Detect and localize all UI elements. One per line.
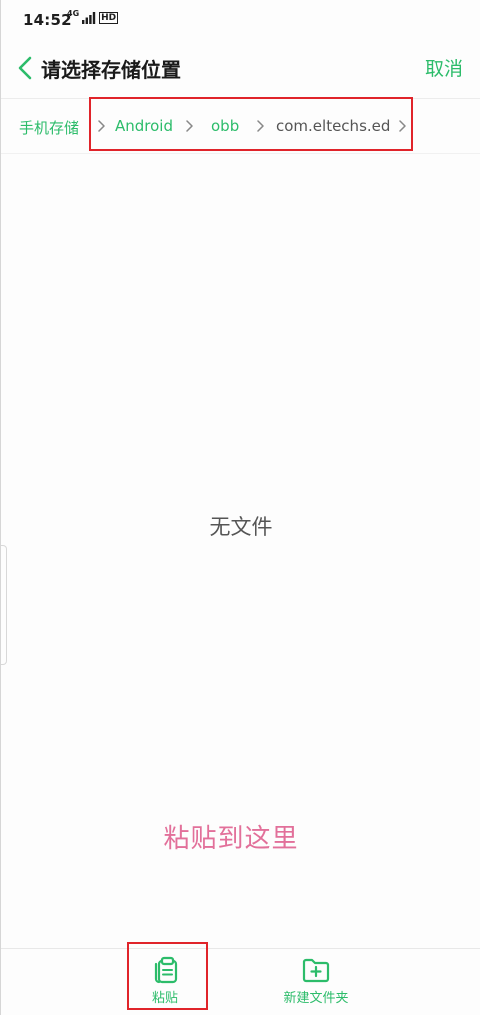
edge-handle[interactable] bbox=[1, 545, 7, 665]
folder-plus-icon bbox=[302, 958, 330, 983]
paste-button-label: 粘贴 bbox=[151, 991, 178, 1006]
breadcrumb-item-android[interactable]: Android bbox=[115, 117, 173, 135]
empty-state-text: 无文件 bbox=[209, 515, 273, 539]
status-icons: 4G HD bbox=[67, 9, 119, 24]
chevron-right-icon bbox=[257, 120, 264, 132]
new-folder-button-label: 新建文件夹 bbox=[283, 991, 349, 1006]
signal-bars-icon bbox=[82, 12, 96, 24]
chevron-right-icon bbox=[399, 120, 406, 132]
breadcrumb: 手机存储 Android obb com.eltechs.ed bbox=[1, 99, 480, 153]
new-folder-button[interactable]: 新建文件夹 bbox=[271, 955, 361, 1006]
network-type-label: 4G bbox=[67, 9, 80, 18]
breadcrumb-item-phone-storage[interactable]: 手机存储 bbox=[19, 117, 79, 138]
clipboard-icon bbox=[154, 956, 178, 984]
chevron-right-icon bbox=[98, 120, 105, 132]
hd-badge: HD bbox=[99, 12, 119, 24]
paste-here-button[interactable]: 粘贴到这里 bbox=[1, 818, 461, 855]
paste-button[interactable]: 粘贴 bbox=[143, 955, 187, 1006]
breadcrumb-item-current[interactable]: com.eltechs.ed bbox=[276, 117, 390, 135]
chevron-left-icon bbox=[18, 56, 32, 80]
app-screen: 14:52 4G HD 请选择存储位置 取消 手机存储 Android obb … bbox=[0, 0, 480, 1015]
page-title: 请选择存储位置 bbox=[41, 58, 181, 82]
chevron-right-icon bbox=[186, 120, 193, 132]
status-bar: 14:52 4G HD bbox=[1, 0, 480, 40]
back-button[interactable] bbox=[11, 52, 39, 84]
bottom-bar: 粘贴 新建文件夹 bbox=[1, 949, 480, 1015]
cancel-button[interactable]: 取消 bbox=[425, 54, 463, 81]
breadcrumb-item-obb[interactable]: obb bbox=[211, 117, 239, 135]
header: 请选择存储位置 取消 bbox=[1, 40, 480, 96]
breadcrumb-divider bbox=[1, 153, 480, 154]
status-time: 14:52 bbox=[23, 11, 72, 29]
